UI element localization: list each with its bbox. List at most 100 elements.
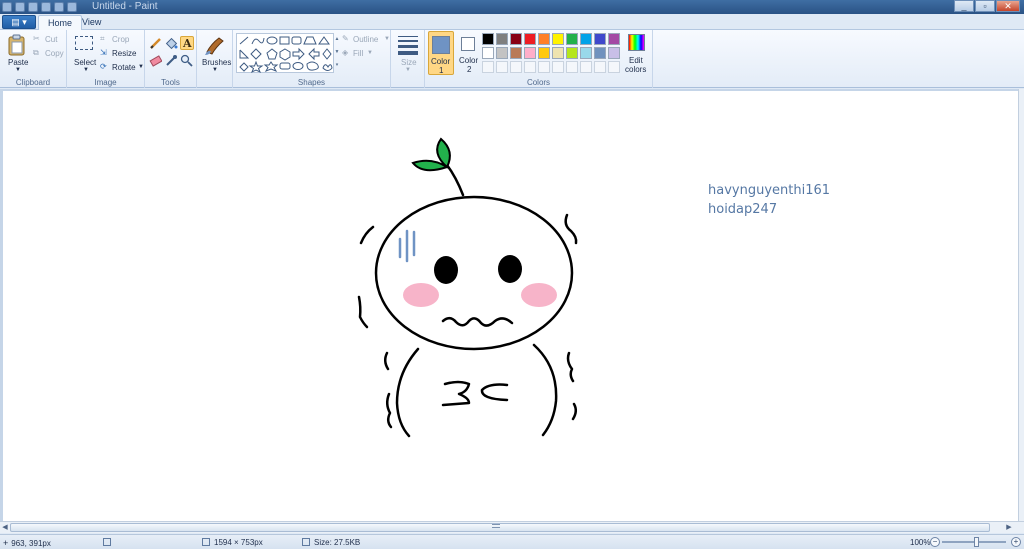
palette-color-swatch[interactable] <box>510 33 522 45</box>
file-size-value: Size: 27.5KB <box>314 538 361 547</box>
palette-color-swatch[interactable] <box>482 47 494 59</box>
select-label: Select <box>74 58 97 67</box>
close-button[interactable]: ✕ <box>996 0 1020 12</box>
fill-button[interactable]: ◈ Fill ▼ <box>342 48 382 60</box>
paste-dropdown-icon[interactable]: ▼ <box>15 67 21 73</box>
palette-color-swatch[interactable] <box>608 47 620 59</box>
palette-color-swatch[interactable] <box>608 61 620 73</box>
cursor-position: +963, 391px <box>3 538 51 548</box>
brushes-dropdown-icon[interactable]: ▼ <box>212 67 218 73</box>
select-rectangle-icon <box>75 36 93 50</box>
palette-color-swatch[interactable] <box>608 33 620 45</box>
palette-color-swatch[interactable] <box>482 61 494 73</box>
save-icon[interactable] <box>15 2 25 12</box>
palette-color-swatch[interactable] <box>510 47 522 59</box>
drawing-head <box>374 195 574 351</box>
palette-color-swatch[interactable] <box>594 61 606 73</box>
palette-color-swatch[interactable] <box>594 33 606 45</box>
palette-color-swatch[interactable] <box>510 61 522 73</box>
vertical-scrollbar[interactable] <box>1018 89 1024 521</box>
paste-label: Paste <box>8 58 29 67</box>
text-a-icon: A <box>183 37 192 50</box>
resize-button[interactable]: ⇲ Resize <box>100 48 140 60</box>
palette-color-swatch[interactable] <box>580 47 592 59</box>
zoom-in-button[interactable]: + <box>1011 537 1021 547</box>
selection-size <box>103 538 115 547</box>
palette-color-swatch[interactable] <box>482 33 494 45</box>
palette-color-swatch[interactable] <box>524 47 536 59</box>
pencil-tool[interactable] <box>149 37 162 50</box>
drawing-shake-mark <box>357 295 369 329</box>
palette-color-swatch[interactable] <box>496 33 508 45</box>
palette-color-swatch[interactable] <box>524 33 536 45</box>
quick-access-toolbar <box>2 1 77 13</box>
horizontal-scrollbar[interactable]: ◀ ▶ <box>0 521 1024 533</box>
undo-icon[interactable] <box>28 2 38 12</box>
palette-color-swatch[interactable] <box>552 33 564 45</box>
outline-label: Outline <box>353 35 379 44</box>
maximize-button[interactable]: ▫ <box>975 0 995 12</box>
paste-button[interactable]: Paste ▼ <box>4 33 30 75</box>
text-tool[interactable]: A <box>180 36 194 50</box>
scroll-left-icon[interactable]: ◀ <box>0 523 10 532</box>
color-picker-tool[interactable] <box>165 54 178 67</box>
outline-button[interactable]: ✎ Outline ▼ <box>342 34 390 46</box>
size-button[interactable]: Size ▼ <box>394 33 422 75</box>
palette-color-swatch[interactable] <box>566 33 578 45</box>
cut-button[interactable]: ✂ Cut <box>33 34 63 46</box>
resize-label: Resize <box>112 49 137 58</box>
drawing-worry-lines <box>398 229 416 263</box>
palette-color-swatch[interactable] <box>524 61 536 73</box>
palette-color-swatch[interactable] <box>566 61 578 73</box>
edit-colors-label: Edit <box>629 56 643 65</box>
magnifier-tool[interactable] <box>180 54 193 67</box>
resize-icon: ⇲ <box>100 48 107 57</box>
ribbon: Paste ▼ ✂ Cut ⧉ Copy Clipboard Select ▼ … <box>0 30 1024 88</box>
select-button[interactable]: Select ▼ <box>71 33 99 75</box>
palette-color-swatch[interactable] <box>538 61 550 73</box>
minimize-button[interactable]: _ <box>954 0 974 12</box>
brushes-button[interactable]: Brushes ▼ <box>200 33 231 75</box>
palette-color-swatch[interactable] <box>552 47 564 59</box>
select-dropdown-icon[interactable]: ▼ <box>83 67 89 73</box>
crop-button[interactable]: ⌗ Crop <box>100 34 140 46</box>
copy-icon: ⧉ <box>33 48 39 57</box>
shapes-scroll-icon[interactable]: ▲ ▼ ▾ <box>334 33 340 73</box>
palette-color-swatch[interactable] <box>538 33 550 45</box>
palette-color-swatch[interactable] <box>566 47 578 59</box>
shapes-gallery[interactable] <box>236 33 334 74</box>
color1-button[interactable]: Color 1 <box>428 31 454 75</box>
palette-color-swatch[interactable] <box>594 47 606 59</box>
drawing-shake-mark <box>359 225 375 245</box>
tab-view[interactable]: View <box>73 15 110 31</box>
drawing-hand-right <box>480 383 509 402</box>
rotate-button[interactable]: ⟳ Rotate ▼ <box>100 62 144 74</box>
brush-icon <box>205 37 224 55</box>
palette-color-swatch[interactable] <box>496 61 508 73</box>
rotate-dropdown-icon[interactable]: ▼ <box>138 64 144 70</box>
customize-toolbar-icon[interactable] <box>67 2 77 12</box>
new-file-icon[interactable] <box>54 2 64 12</box>
zoom-slider-thumb[interactable] <box>974 537 979 547</box>
shapes-group-label: Shapes <box>297 78 326 87</box>
horizontal-scroll-thumb[interactable] <box>10 523 990 532</box>
palette-color-swatch[interactable] <box>496 47 508 59</box>
redo-icon[interactable] <box>41 2 51 12</box>
edit-colors-button[interactable]: Edit colors <box>624 33 650 75</box>
fill-tool[interactable] <box>165 37 178 50</box>
paint-menu-button[interactable]: ▤ ▾ <box>2 15 36 29</box>
palette-color-swatch[interactable] <box>552 61 564 73</box>
copy-button[interactable]: ⧉ Copy <box>33 48 65 60</box>
palette-color-swatch[interactable] <box>580 33 592 45</box>
eraser-tool[interactable] <box>149 54 163 67</box>
paint-app-icon[interactable] <box>2 2 12 12</box>
scroll-right-icon[interactable]: ▶ <box>1004 523 1014 532</box>
palette-color-swatch[interactable] <box>580 61 592 73</box>
color2-button[interactable]: Color 2 <box>456 31 482 75</box>
cursor-position-value: 963, 391px <box>11 539 51 548</box>
drawing-canvas[interactable]: havynguyenthi161 hoidap247 <box>3 91 1018 521</box>
tools-group-label: Tools <box>161 78 180 87</box>
palette-color-swatch[interactable] <box>538 47 550 59</box>
zoom-out-button[interactable]: − <box>930 537 940 547</box>
color2-swatch <box>461 37 475 51</box>
